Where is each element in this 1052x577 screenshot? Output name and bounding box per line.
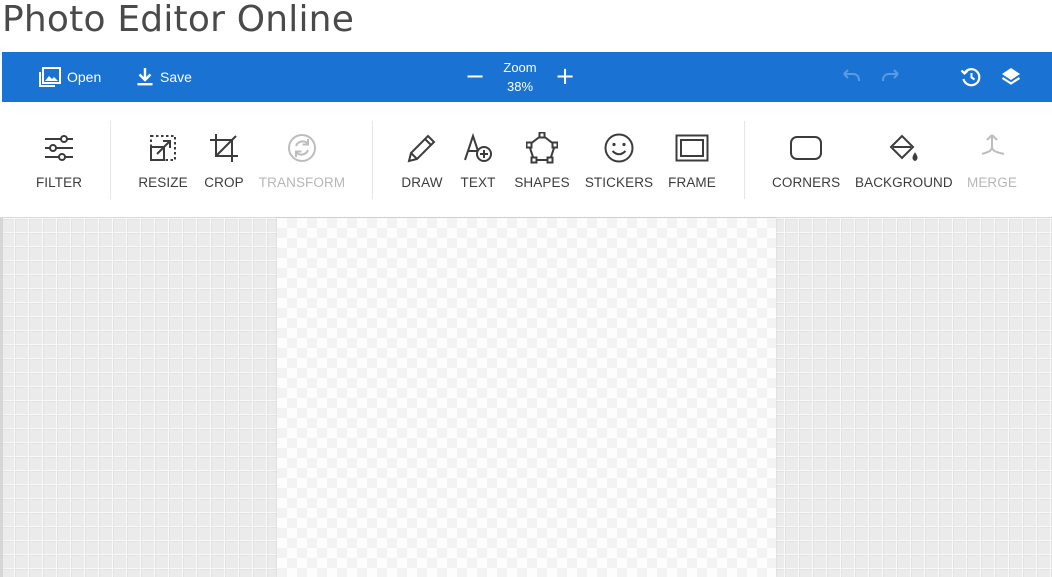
toolbar-divider [744, 121, 745, 199]
undo-button[interactable] [839, 65, 863, 89]
open-button[interactable]: Open [39, 52, 101, 102]
smiley-icon [603, 132, 635, 169]
toolbar-divider [372, 121, 373, 199]
zoom-out-button[interactable]: − [464, 64, 486, 89]
tool-shapes[interactable]: SHAPES [512, 131, 572, 190]
tool-transform-label: TRANSFORM [258, 175, 346, 190]
sliders-icon [43, 134, 75, 167]
page-title: Photo Editor Online [2, 0, 355, 40]
layers-button[interactable] [999, 65, 1023, 89]
frame-icon [675, 134, 709, 167]
zoom-in-button[interactable]: + [554, 64, 576, 89]
tool-stickers[interactable]: STICKERS [584, 133, 654, 190]
top-bar: Open Save − Zoom 38% + [2, 52, 1052, 102]
tool-transform[interactable]: TRANSFORM [258, 133, 346, 190]
zoom-control: − Zoom 38% + [464, 52, 584, 102]
tool-text-label: TEXT [460, 175, 496, 190]
crop-icon [208, 132, 240, 169]
tool-crop[interactable]: CROP [202, 133, 246, 190]
tool-corners[interactable]: CORNERS [772, 133, 840, 190]
rotate-icon [286, 132, 318, 169]
tool-background-label: BACKGROUND [855, 175, 953, 190]
pencil-icon [406, 132, 438, 169]
tool-filter[interactable]: FILTER [30, 133, 88, 190]
zoom-value: 38% [506, 79, 534, 94]
tool-crop-label: CROP [204, 175, 244, 190]
resize-icon [148, 133, 178, 168]
paint-bucket-icon [887, 132, 919, 169]
save-button[interactable]: Save [136, 52, 192, 102]
tool-draw[interactable]: DRAW [398, 133, 446, 190]
layers-icon [999, 68, 1023, 93]
tools-toolbar: FILTER RESIZE CROP TRANSFORM DRAW TEXT S… [0, 103, 1052, 218]
tool-corners-label: CORNERS [772, 175, 841, 190]
download-icon [136, 67, 154, 87]
history-icon [959, 68, 983, 93]
tool-filter-label: FILTER [35, 175, 83, 190]
tool-merge[interactable]: MERGE [964, 133, 1020, 190]
tool-stickers-label: STICKERS [584, 175, 654, 190]
tool-draw-label: DRAW [401, 175, 443, 190]
tool-frame-label: FRAME [668, 175, 716, 190]
undo-icon [839, 69, 863, 93]
toolbar-divider [110, 121, 111, 199]
save-label: Save [160, 69, 192, 85]
merge-icon [976, 132, 1008, 169]
tool-resize-label: RESIZE [138, 175, 188, 190]
tool-resize[interactable]: RESIZE [136, 133, 190, 190]
tool-merge-label: MERGE [966, 175, 1017, 190]
tool-background[interactable]: BACKGROUND [855, 132, 953, 190]
tool-text[interactable]: TEXT [456, 132, 500, 190]
redo-button[interactable] [879, 65, 903, 89]
image-icon [39, 67, 61, 87]
open-label: Open [67, 69, 102, 85]
image-canvas[interactable] [277, 218, 776, 577]
history-button[interactable] [959, 65, 983, 89]
tool-frame[interactable]: FRAME [664, 133, 720, 190]
zoom-label: Zoom [503, 60, 537, 75]
tool-shapes-label: SHAPES [514, 175, 570, 190]
workspace-edge [0, 218, 3, 577]
pentagon-icon [525, 131, 559, 169]
rounded-rect-icon [789, 135, 823, 166]
text-add-icon [462, 132, 494, 169]
redo-icon [879, 69, 903, 93]
